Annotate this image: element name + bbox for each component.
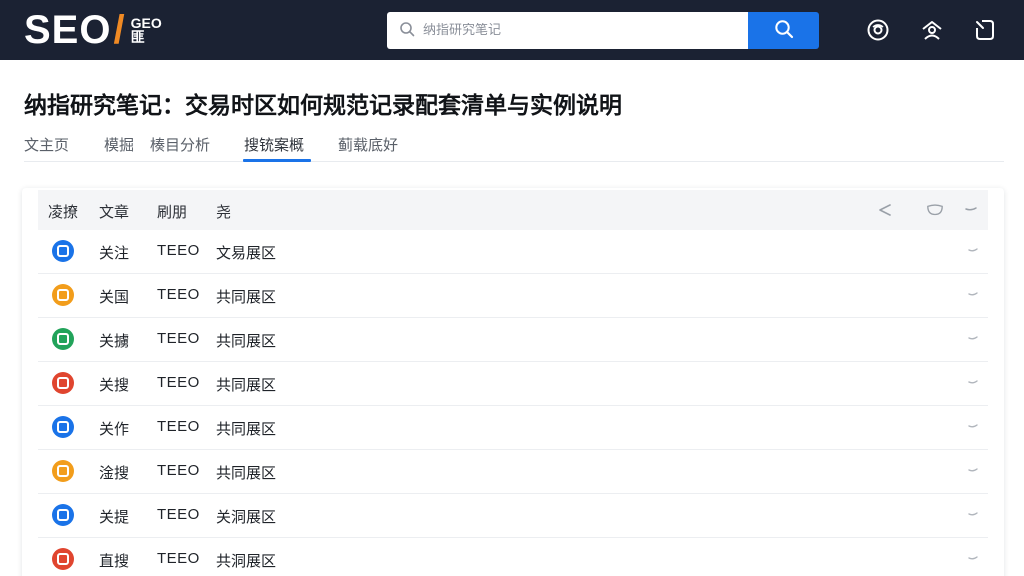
- cell-zone: 关洞展区: [216, 508, 277, 526]
- column-header-zone[interactable]: 尧: [216, 201, 231, 222]
- table-row[interactable]: 直搜 TEEO 共洞展区: [38, 538, 988, 576]
- logo-text: SEO: [24, 8, 112, 52]
- table-row[interactable]: 关提 TEEO 关洞展区: [38, 494, 988, 538]
- source-app-glyph: [57, 421, 69, 433]
- source-app-glyph: [57, 553, 69, 565]
- row-more-icon[interactable]: [966, 378, 980, 388]
- cell-zone: 共同展区: [216, 288, 277, 306]
- page-title: 纳指研究笔记：交易时区如何规范记录配套清单与实例说明: [24, 93, 622, 119]
- cell-article: 关作: [99, 420, 130, 438]
- logo-subtext: GEO 匪: [131, 16, 162, 44]
- source-app-glyph: [57, 333, 69, 345]
- cell-article: 关注: [99, 244, 130, 262]
- row-more-icon[interactable]: [966, 466, 980, 476]
- table-header: 凌撩 文章 刷朋 尧: [38, 190, 988, 230]
- source-app-icon: [52, 504, 74, 526]
- source-app-icon: [52, 284, 74, 306]
- source-app-icon: [52, 460, 74, 482]
- source-app-glyph: [57, 245, 69, 257]
- table-row[interactable]: 关国 TEEO 共同展区: [38, 274, 988, 318]
- active-tab-indicator: [243, 159, 311, 162]
- cell-code: TEEO: [157, 330, 200, 347]
- cell-code: TEEO: [157, 418, 200, 435]
- table-row[interactable]: 关擄 TEEO 共同展区: [38, 318, 988, 362]
- source-app-icon: [52, 548, 74, 570]
- source-app-icon: [52, 240, 74, 262]
- cell-code: TEEO: [157, 550, 200, 567]
- cell-zone: 共同展区: [216, 376, 277, 394]
- source-app-glyph: [57, 377, 69, 389]
- row-more-icon[interactable]: [966, 290, 980, 300]
- search-button[interactable]: [748, 12, 819, 49]
- cell-zone: 共同展区: [216, 332, 277, 350]
- cell-zone: 共同展区: [216, 420, 277, 438]
- tab-bar: 文主页 模掘 楱目分析 搜铳案概 蓟载底好: [24, 130, 1004, 162]
- row-more-icon[interactable]: [966, 246, 980, 256]
- source-app-glyph: [57, 289, 69, 301]
- site-logo[interactable]: SEO / GEO 匪: [24, 8, 162, 52]
- chevron-down-icon[interactable]: [962, 202, 980, 218]
- search-bar: [387, 12, 819, 49]
- cell-zone: 共洞展区: [216, 552, 277, 570]
- source-app-icon: [52, 416, 74, 438]
- cell-article: 关擄: [99, 332, 130, 350]
- column-header-article[interactable]: 文章: [99, 201, 129, 222]
- cell-code: TEEO: [157, 506, 200, 523]
- cell-article: 淦搜: [99, 464, 130, 482]
- search-icon: [399, 21, 415, 41]
- search-input[interactable]: [423, 23, 723, 38]
- tab-downloads[interactable]: 蓟载底好: [338, 134, 398, 155]
- row-more-icon[interactable]: [966, 554, 980, 564]
- tab-home[interactable]: 文主页: [24, 134, 69, 155]
- tab-mining[interactable]: 模掘: [104, 134, 134, 155]
- cell-article: 关搜: [99, 376, 130, 394]
- share-icon[interactable]: [876, 202, 894, 218]
- cell-article: 关提: [99, 508, 130, 526]
- table-row[interactable]: 关作 TEEO 共同展区: [38, 406, 988, 450]
- row-more-icon[interactable]: [966, 510, 980, 520]
- cell-zone: 共同展区: [216, 464, 277, 482]
- eye-icon[interactable]: [866, 18, 890, 42]
- table-row[interactable]: 关搜 TEEO 共同展区: [38, 362, 988, 406]
- row-more-icon[interactable]: [966, 422, 980, 432]
- cell-code: TEEO: [157, 286, 200, 303]
- tab-analysis[interactable]: 楱目分析: [150, 134, 210, 155]
- source-app-icon: [52, 328, 74, 350]
- cell-code: TEEO: [157, 374, 200, 391]
- table-row[interactable]: 关注 TEEO 文易展区: [38, 230, 988, 274]
- tab-search-overview[interactable]: 搜铳案概: [244, 134, 304, 155]
- source-app-glyph: [57, 509, 69, 521]
- search-button-icon: [774, 19, 794, 43]
- data-table-card: 凌撩 文章 刷朋 尧 关注 TEEO 文易展区 关国 TEEO 共同展区 关擄 TEEO 共同展…: [22, 188, 1004, 576]
- cell-article: 直搜: [99, 552, 130, 570]
- source-app-glyph: [57, 465, 69, 477]
- column-header-source[interactable]: 凌撩: [48, 201, 78, 222]
- column-header-date[interactable]: 刷朋: [157, 201, 187, 222]
- cell-article: 关国: [99, 288, 130, 306]
- comment-icon[interactable]: [926, 202, 944, 218]
- row-more-icon[interactable]: [966, 334, 980, 344]
- cell-zone: 文易展区: [216, 244, 277, 262]
- source-app-icon: [52, 372, 74, 394]
- logo-subtext-bottom: 匪: [130, 29, 145, 45]
- search-box[interactable]: [387, 12, 748, 49]
- logo-subtext-top: GEO: [130, 15, 162, 31]
- logo-slash: /: [113, 8, 125, 52]
- cell-code: TEEO: [157, 462, 200, 479]
- exit-icon[interactable]: [973, 18, 997, 42]
- user-icon[interactable]: [920, 18, 944, 42]
- cell-code: TEEO: [157, 242, 200, 259]
- table-row[interactable]: 淦搜 TEEO 共同展区: [38, 450, 988, 494]
- top-navigation-bar: SEO / GEO 匪: [0, 0, 1024, 60]
